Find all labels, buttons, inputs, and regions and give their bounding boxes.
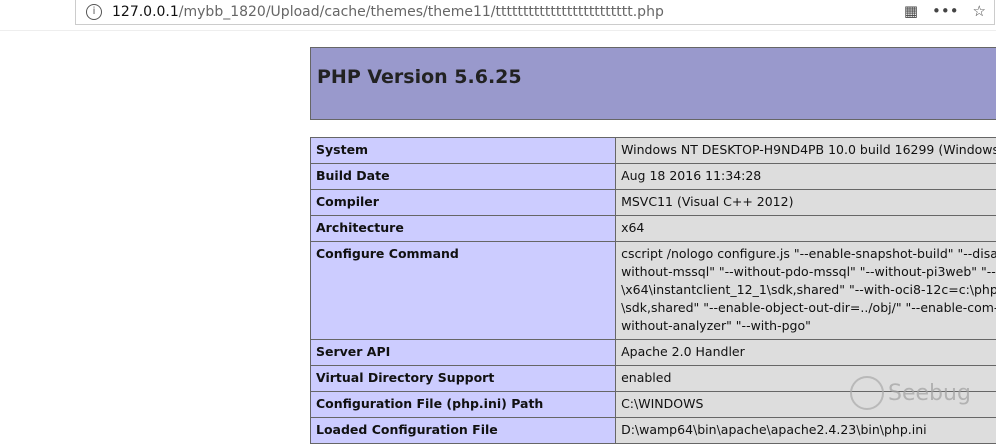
row-key: Build Date <box>311 164 616 190</box>
row-key: System <box>311 138 616 164</box>
table-row: Build Date Aug 18 2016 11:34:28 <box>311 164 996 190</box>
php-header: PHP Version 5.6.25 <box>310 47 996 120</box>
table-row: Loaded Configuration FileD:\wamp64\bin\a… <box>311 418 996 444</box>
info-icon[interactable]: i <box>86 4 102 20</box>
value-line: without-analyzer" "--with-pgo" <box>621 317 996 335</box>
row-key: Virtual Directory Support <box>311 366 616 392</box>
row-key: Configuration File (php.ini) Path <box>311 392 616 418</box>
row-value: Aug 18 2016 11:34:28 <box>616 164 996 190</box>
value-line: \sdk,shared" "--enable-object-out-dir=..… <box>621 299 996 317</box>
seebug-watermark: Seebug <box>850 376 971 410</box>
table-row: Server API Apache 2.0 Handler <box>311 340 996 366</box>
address-bar[interactable]: i 127.0.0.1/mybb_1820/Upload/cache/theme… <box>75 0 995 25</box>
value-line: Aug 18 2016 11:34:28 <box>621 167 996 185</box>
bookmark-star-icon[interactable]: ☆ <box>973 2 986 20</box>
value-line: MSVC11 (Visual C++ 2012) <box>621 193 996 211</box>
qr-code-icon[interactable]: ▦ <box>904 2 918 20</box>
row-value: Apache 2.0 Handler <box>616 340 996 366</box>
table-row: Architecture x64 <box>311 216 996 242</box>
row-key: Compiler <box>311 190 616 216</box>
value-line: \x64\instantclient_12_1\sdk,shared" "--w… <box>621 281 996 299</box>
row-value: cscript /nologo configure.js "--enable-s… <box>616 242 996 340</box>
watermark-text: Seebug <box>888 381 971 406</box>
table-row: Configure Command cscript /nologo configu… <box>311 242 996 340</box>
page-title: PHP Version 5.6.25 <box>317 66 522 88</box>
row-key: Configure Command <box>311 242 616 340</box>
row-key: Loaded Configuration File <box>311 418 616 444</box>
seebug-logo-icon <box>850 376 884 410</box>
value-line: cscript /nologo configure.js "--enable-s… <box>621 245 996 263</box>
row-value: Windows NT DESKTOP-H9ND4PB 10.0 build 16… <box>616 138 996 164</box>
table-row: System Windows NT DESKTOP-H9ND4PB 10.0 bu… <box>311 138 996 164</box>
more-icon[interactable]: ••• <box>932 2 959 20</box>
row-value: x64 <box>616 216 996 242</box>
value-line: x64 <box>621 219 996 237</box>
row-value: D:\wamp64\bin\apache\apache2.4.23\bin\ph… <box>616 418 996 444</box>
row-key: Server API <box>311 340 616 366</box>
divider <box>0 30 996 31</box>
url-path: /mybb_1820/Upload/cache/themes/theme11/t… <box>179 4 664 20</box>
table-row: Compiler MSVC11 (Visual C++ 2012) <box>311 190 996 216</box>
url-host: 127.0.0.1 <box>112 4 179 20</box>
value-line: without-mssql" "--without-pdo-mssql" "--… <box>621 263 996 281</box>
row-key: Architecture <box>311 216 616 242</box>
value-line: Apache 2.0 Handler <box>621 343 996 361</box>
value-line: Windows NT DESKTOP-H9ND4PB 10.0 build 16… <box>621 141 996 159</box>
row-value: MSVC11 (Visual C++ 2012) <box>616 190 996 216</box>
